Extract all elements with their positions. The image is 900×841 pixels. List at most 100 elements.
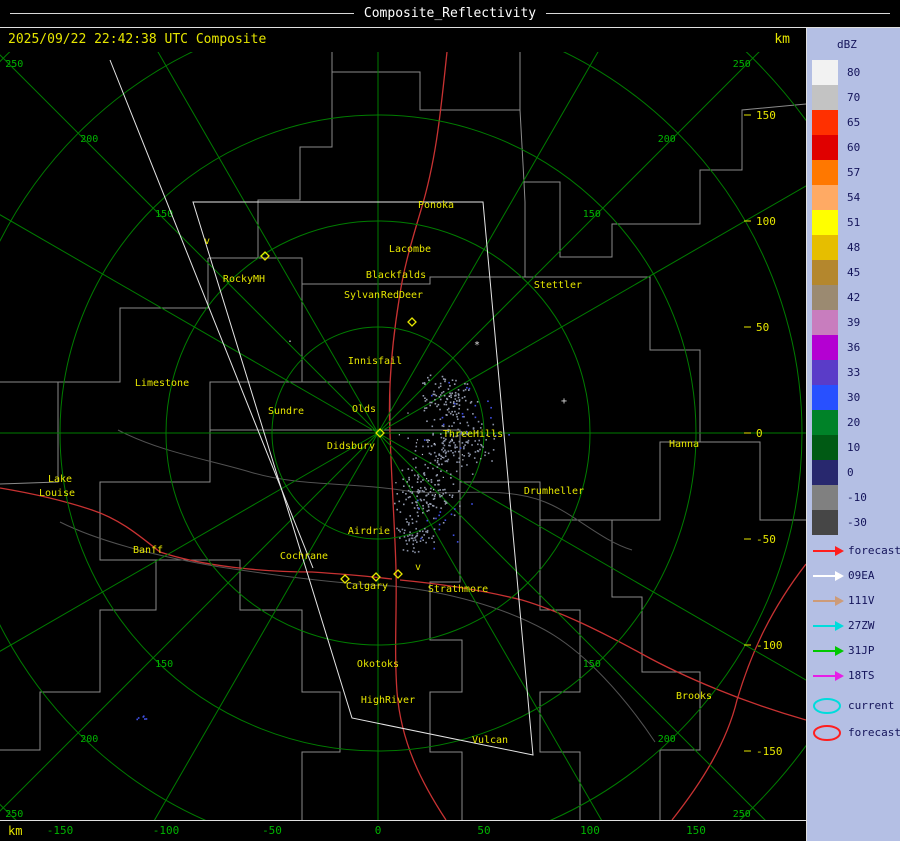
- scale-swatch: [812, 135, 838, 160]
- city-label: Okotoks: [357, 659, 399, 670]
- scale-row: -10: [812, 485, 881, 510]
- radar-map[interactable]: 150 150 150 150 200 200 200 200 250 250 250 250 150 1…: [0, 0, 900, 841]
- shape-row: forecast: [811, 719, 900, 746]
- scale-value: 36: [847, 341, 861, 354]
- boundary-line: [258, 181, 526, 285]
- scale-row: 30: [812, 385, 881, 410]
- azimuth-line: [377, 432, 787, 841]
- scale-value: 0: [847, 466, 854, 479]
- vector-row: forecast: [811, 538, 900, 563]
- scale-swatch: [812, 210, 838, 235]
- boundary-line: [700, 441, 806, 521]
- status-bar: 2025/09/22 22:42:38 UTC Composite km: [0, 28, 806, 52]
- scale-value: 57: [847, 166, 861, 179]
- scale-value: 48: [847, 241, 861, 254]
- axis-label: 0: [756, 427, 763, 440]
- scale-value: 70: [847, 91, 861, 104]
- scale-row: 45: [812, 260, 881, 285]
- legend-panel: dBZ 80 70 65 60 57 54 51 48 45 42 39 36 33 30 20 10 0 -10…: [806, 28, 900, 841]
- scale-swatch: [812, 235, 838, 260]
- window-title: Composite_Reflectivity: [363, 6, 537, 21]
- vector-arrow-icon: [813, 545, 844, 556]
- scale-value: 60: [847, 141, 861, 154]
- ellipse-icon: [813, 697, 841, 714]
- scale-value: 80: [847, 66, 861, 79]
- boundary-line: [156, 559, 341, 820]
- city-label: ThreeHills: [443, 429, 503, 440]
- scale-value: 20: [847, 416, 861, 429]
- azimuth-line: [377, 132, 898, 434]
- azimuth-line: [377, 432, 898, 734]
- scale-value: 45: [847, 266, 861, 279]
- vector-row: 111V: [811, 588, 900, 613]
- scale-row: 48: [812, 235, 881, 260]
- scale-swatch: [812, 185, 838, 210]
- scale-row: 51: [812, 210, 881, 235]
- axis-label: 100: [580, 824, 600, 837]
- scale-row: 36: [812, 335, 881, 360]
- axis-label: 50: [477, 824, 491, 837]
- vector-row: 18TS: [811, 663, 900, 688]
- vector-label: 18TS: [848, 669, 875, 682]
- scale-value: -30: [847, 516, 867, 529]
- scale-row: 0: [812, 460, 881, 485]
- range-label: 250: [733, 59, 751, 70]
- scale-value: -10: [847, 491, 867, 504]
- axis-label: 50: [756, 321, 769, 334]
- city-label: Sylvan: [344, 290, 380, 301]
- city-label: Cochrane: [280, 551, 328, 562]
- axis-label: -50: [756, 533, 776, 546]
- axis-label: -150: [756, 745, 783, 758]
- radar-canvas[interactable]: 150 150150 150200 200200 200250 250250 2501501…: [0, 0, 900, 841]
- vector-row: 09EA: [811, 563, 900, 588]
- range-label: 200: [658, 734, 676, 745]
- range-label: 250: [5, 59, 23, 70]
- scale-row: 42: [812, 285, 881, 310]
- city-label: Ponoka: [418, 200, 454, 211]
- vector-label: forecast: [848, 544, 900, 557]
- vector-legend: forecast 09EA 111V 27ZW 31JP 18TS: [811, 538, 900, 688]
- vector-arrow-icon: [813, 670, 844, 681]
- scale-value: 54: [847, 191, 861, 204]
- point-marker: *: [474, 340, 480, 351]
- vector-arrow-icon: [813, 595, 844, 606]
- scale-swatch: [812, 310, 838, 335]
- vector-arrow-icon: [813, 620, 844, 631]
- scale-swatch: [812, 160, 838, 185]
- point-marker: v: [415, 562, 421, 573]
- axis-label: 150: [756, 109, 776, 122]
- axis-label: -100: [756, 639, 783, 652]
- scale-value: 65: [847, 116, 861, 129]
- scale-row: 60: [812, 135, 881, 160]
- vector-arrow-icon: [813, 570, 844, 581]
- scale-swatch: [812, 410, 838, 435]
- title-rule-right: [546, 13, 890, 14]
- scale-swatch: [812, 85, 838, 110]
- boundary-line: [0, 284, 303, 751]
- axis-label: -100: [152, 824, 180, 837]
- scale-row: 10: [812, 435, 881, 460]
- scale-value: 42: [847, 291, 861, 304]
- scale-swatch: [812, 110, 838, 135]
- axis-label: 0: [374, 824, 382, 837]
- range-label: 150: [583, 209, 601, 220]
- diamond-marker: [393, 569, 403, 579]
- azimuth-line: [141, 432, 379, 841]
- vector-row: 27ZW: [811, 613, 900, 638]
- city-label: Louise: [39, 488, 75, 499]
- city-label: Hanna: [669, 439, 699, 450]
- scale-swatch: [812, 285, 838, 310]
- vector-label: 111V: [848, 594, 875, 607]
- scale-value: 39: [847, 316, 861, 329]
- point-marker: .: [287, 334, 293, 345]
- city-label: Lake: [48, 474, 72, 485]
- city-label: Olds: [352, 404, 376, 415]
- scale-row: 65: [812, 110, 881, 135]
- highway-line: [399, 579, 807, 721]
- point-marker: +: [561, 396, 567, 407]
- range-label: 150: [583, 659, 601, 670]
- coverage-edge: [109, 59, 314, 569]
- vector-arrow-icon: [813, 645, 844, 656]
- axis-unit-top: km: [774, 32, 790, 47]
- scale-row: 70: [812, 85, 881, 110]
